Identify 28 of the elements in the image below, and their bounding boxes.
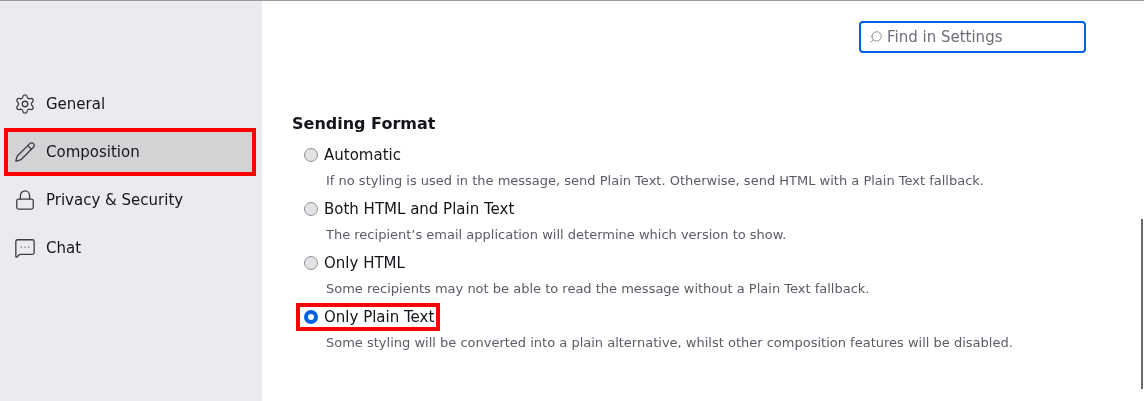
- option-description: Some recipients may not be able to read the message without a Plain Text fallback.: [326, 280, 871, 298]
- option-description: The recipient’s email application will determine which version to show.: [326, 226, 788, 244]
- option-label: Automatic: [324, 146, 401, 164]
- scrollbar[interactable]: [1141, 219, 1143, 389]
- radio-button[interactable]: [304, 148, 318, 162]
- option-label: Both HTML and Plain Text: [324, 200, 515, 218]
- option-label: Only HTML: [324, 254, 405, 272]
- sidebar-item[interactable]: General: [4, 80, 256, 128]
- option-description: Some styling will be converted into a plain alternative, whilst other composition features will be disabled.: [326, 334, 1014, 352]
- radio-button[interactable]: [304, 256, 318, 270]
- radio-option[interactable]: Both HTML and Plain Text: [296, 195, 521, 223]
- radio-button[interactable]: [304, 202, 318, 216]
- gear-icon: [14, 93, 36, 115]
- sidebar-item[interactable]: Privacy & Security: [4, 176, 256, 224]
- section-title: Sending Format: [292, 114, 437, 133]
- chat-bubble-icon: [14, 237, 36, 259]
- search-field[interactable]: Find in Settings: [859, 21, 1086, 53]
- sidebar-item[interactable]: Chat: [4, 224, 256, 272]
- search-icon: [869, 30, 883, 44]
- radio-option[interactable]: Automatic: [296, 141, 407, 169]
- lock-icon: [14, 189, 36, 211]
- radio-button[interactable]: [304, 310, 318, 324]
- option-label: Only Plain Text: [324, 308, 435, 326]
- sidebar-item[interactable]: Composition: [4, 128, 256, 176]
- radio-option[interactable]: Only Plain Text: [296, 303, 441, 331]
- pencil-icon: [14, 141, 36, 163]
- radio-option[interactable]: Only HTML: [296, 249, 411, 277]
- option-description: If no styling is used in the message, send Plain Text. Otherwise, send HTML with a Plain Text fallback.: [326, 172, 985, 190]
